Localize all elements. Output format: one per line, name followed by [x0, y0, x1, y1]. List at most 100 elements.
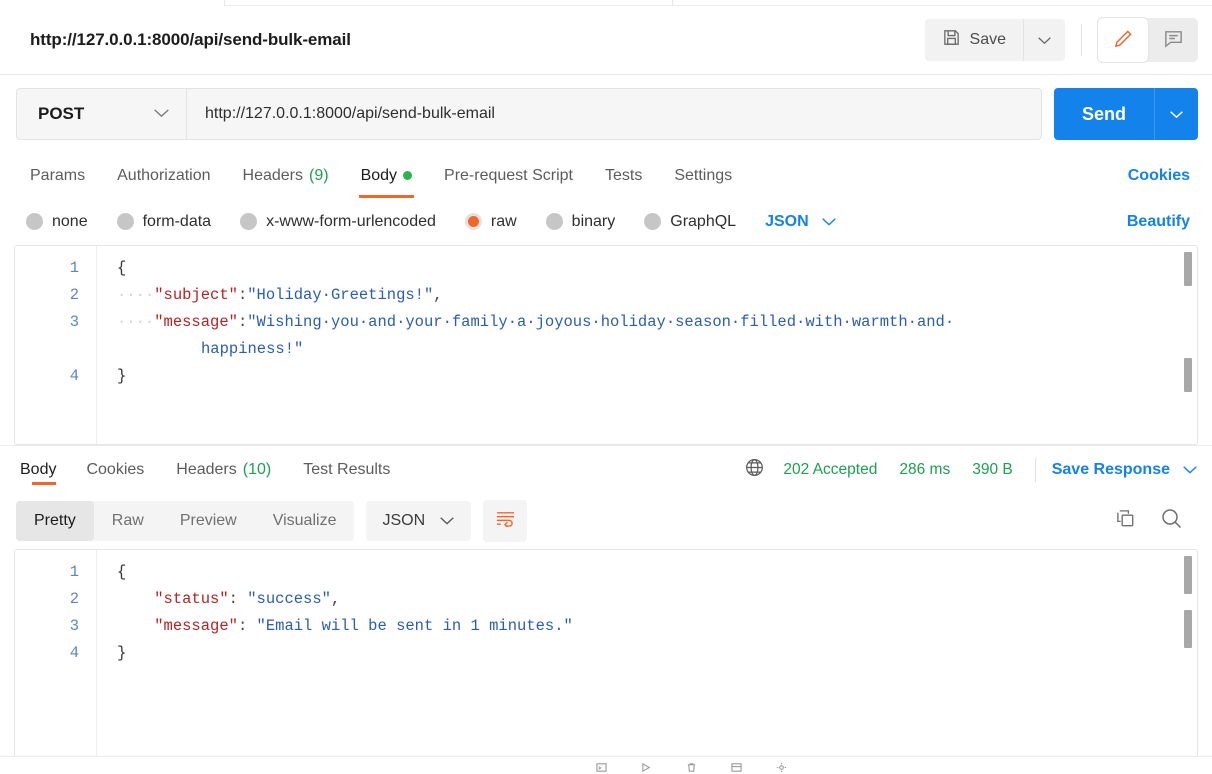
- tab-headers[interactable]: Headers (9): [227, 153, 345, 198]
- request-body-editor[interactable]: 1{2 ····"subject":"Holiday·Greetings!", 3 ·…: [14, 245, 1198, 445]
- code-line-text: ····"subject":"Holiday·Greetings!",: [97, 282, 443, 309]
- body-modified-dot-icon: [403, 171, 413, 180]
- line-number: [15, 336, 97, 363]
- request-scrollbar-thumb-bottom[interactable]: [1184, 358, 1192, 392]
- status-layout-icon[interactable]: [731, 762, 742, 773]
- code-token: :: [237, 617, 257, 635]
- code-line-text: {: [97, 559, 126, 586]
- code-token: ····: [117, 313, 155, 331]
- code-line-text: "status": "success",: [97, 586, 340, 613]
- body-format-select[interactable]: JSON: [765, 213, 837, 231]
- code-line-text: }: [97, 363, 126, 390]
- body-mode-form-data[interactable]: form-data: [116, 212, 212, 231]
- save-response-label: Save Response: [1051, 460, 1170, 478]
- response-header: Body Cookies Headers (10) Test Results 2…: [0, 445, 1212, 493]
- radio-icon: [644, 213, 662, 230]
- body-mode-form-data-label: form-data: [142, 212, 212, 230]
- http-method-select[interactable]: POST: [16, 88, 186, 140]
- body-mode-urlencoded-label: x-www-form-urlencoded: [266, 212, 436, 230]
- response-view-segmented: Pretty Raw Preview Visualize: [16, 501, 355, 541]
- response-tab-cookies[interactable]: Cookies: [70, 455, 160, 485]
- word-wrap-icon: [495, 510, 516, 532]
- save-button[interactable]: Save: [924, 19, 1023, 61]
- response-view-raw[interactable]: Raw: [94, 501, 162, 541]
- body-mode-raw[interactable]: raw: [464, 213, 517, 231]
- title-bar: http://127.0.0.1:8000/api/send-bulk-emai…: [0, 6, 1212, 75]
- search-icon[interactable]: [1159, 506, 1184, 536]
- comment-button[interactable]: [1148, 18, 1198, 62]
- response-view-pretty[interactable]: Pretty: [16, 501, 94, 541]
- line-number: 4: [69, 644, 79, 662]
- postman-request-window: http://127.0.0.1:8000/api/send-bulk-emai…: [0, 0, 1212, 774]
- response-tab-headers[interactable]: Headers (10): [160, 455, 287, 485]
- response-size: 390 B: [972, 460, 1013, 478]
- chevron-down-icon: [439, 512, 455, 530]
- code-line: 1{: [15, 255, 1197, 282]
- body-mode-binary[interactable]: binary: [545, 212, 616, 231]
- code-line: 3 "message": "Email will be sent in 1 mi…: [15, 613, 1197, 640]
- cookies-link[interactable]: Cookies: [1128, 153, 1196, 198]
- globe-icon: [744, 457, 765, 483]
- floppy-disk-icon: [942, 28, 961, 52]
- toolbar-divider: [1081, 24, 1082, 56]
- beautify-button[interactable]: Beautify: [1127, 213, 1196, 231]
- tab-authorization-label: Authorization: [117, 166, 211, 184]
- tab-headers-count: (9): [309, 166, 329, 184]
- status-runner-icon[interactable]: [641, 762, 652, 773]
- url-bar: POST Send: [0, 75, 1212, 153]
- body-mode-binary-label: binary: [571, 212, 616, 230]
- tab-settings[interactable]: Settings: [658, 153, 748, 198]
- line-number: 2: [69, 590, 79, 608]
- line-number: 4: [69, 367, 79, 385]
- response-meta: 202 Accepted 286 ms 390 B Save Response: [744, 457, 1198, 483]
- code-line-text: ····"message":"Wishing·you·and·your·fami…: [97, 309, 954, 336]
- code-line: 4}: [15, 640, 1197, 667]
- body-mode-urlencoded[interactable]: x-www-form-urlencoded: [240, 213, 436, 231]
- response-view-visualize[interactable]: Visualize: [255, 501, 355, 541]
- body-mode-none[interactable]: none: [26, 213, 88, 231]
- tab-strip: [0, 0, 1212, 6]
- response-status: 202 Accepted: [783, 460, 878, 478]
- status-console-icon[interactable]: [596, 762, 607, 773]
- edit-mode-button[interactable]: [1098, 18, 1148, 62]
- radio-icon: [116, 213, 134, 230]
- response-scrollbar-thumb-top[interactable]: [1184, 556, 1192, 594]
- request-code-area[interactable]: 1{2 ····"subject":"Holiday·Greetings!", 3 ·…: [15, 246, 1197, 390]
- status-trash-icon[interactable]: [686, 762, 697, 773]
- save-dropdown-button[interactable]: [1023, 19, 1065, 61]
- tab-pre-request-script-label: Pre-request Script: [444, 166, 573, 184]
- response-body-editor[interactable]: 1{2 "status": "success", 3 "message": "Em…: [14, 549, 1198, 756]
- response-scrollbar-thumb-bottom[interactable]: [1184, 610, 1192, 648]
- code-token: ····: [117, 286, 155, 304]
- tab-tests-label: Tests: [604, 166, 643, 184]
- url-input[interactable]: [186, 88, 1042, 140]
- response-tab-body-label: Body: [20, 460, 57, 478]
- response-view-preview[interactable]: Preview: [162, 501, 255, 541]
- code-line: 2 "status": "success",: [15, 586, 1197, 613]
- response-tab-test-results[interactable]: Test Results: [287, 455, 406, 485]
- pencil-icon: [1113, 28, 1134, 52]
- status-settings-icon[interactable]: [776, 762, 787, 773]
- send-button[interactable]: Send: [1053, 88, 1154, 140]
- tab-tests[interactable]: Tests: [589, 153, 658, 198]
- tab-settings-label: Settings: [674, 166, 733, 184]
- code-token: happiness!": [201, 340, 304, 358]
- body-format-label: JSON: [765, 212, 809, 230]
- response-tab-body[interactable]: Body: [18, 455, 70, 485]
- chevron-down-icon: [821, 213, 837, 231]
- body-mode-graphql[interactable]: GraphQL: [644, 213, 736, 231]
- tab-params[interactable]: Params: [18, 153, 101, 198]
- response-format-select[interactable]: JSON: [366, 501, 472, 541]
- request-scrollbar-thumb-top[interactable]: [1184, 252, 1192, 286]
- tab-pre-request-script[interactable]: Pre-request Script: [428, 153, 589, 198]
- copy-icon[interactable]: [1115, 508, 1137, 535]
- send-dropdown-button[interactable]: [1154, 88, 1198, 140]
- tab-authorization[interactable]: Authorization: [101, 153, 226, 198]
- response-toolbar-right: [1115, 506, 1198, 536]
- tab-body[interactable]: Body: [345, 153, 428, 198]
- code-token: :: [237, 286, 248, 304]
- save-response-button[interactable]: Save Response: [1052, 461, 1198, 479]
- code-token: "Holiday·Greetings!": [247, 286, 434, 304]
- body-mode-graphql-label: GraphQL: [670, 212, 737, 230]
- word-wrap-button[interactable]: [483, 500, 528, 542]
